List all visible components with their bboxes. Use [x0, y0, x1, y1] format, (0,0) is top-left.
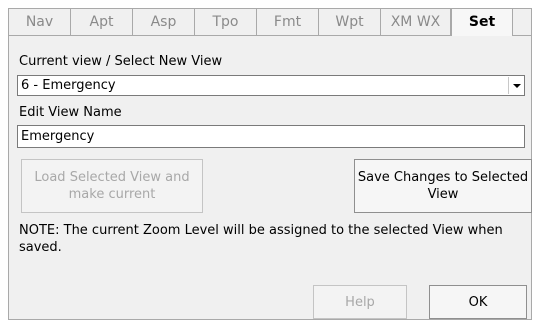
current-view-label: Current view / Select New View [19, 54, 223, 69]
tab-tpo[interactable]: Tpo [195, 9, 257, 35]
settings-dialog: Nav Apt Asp Tpo Fmt Wpt XM WX Set Curren… [8, 8, 532, 320]
view-name-field[interactable] [17, 125, 525, 148]
tab-fmt[interactable]: Fmt [257, 9, 319, 35]
zoom-note: NOTE: The current Zoom Level will be ass… [19, 223, 503, 255]
tab-apt[interactable]: Apt [71, 9, 133, 35]
view-select-value: 6 - Emergency [21, 78, 116, 93]
chevron-down-icon[interactable] [508, 77, 523, 94]
tab-asp[interactable]: Asp [133, 9, 195, 35]
save-changes-button[interactable]: Save Changes to Selected View [354, 159, 532, 213]
ok-button[interactable]: OK [429, 285, 527, 319]
tab-set[interactable]: Set [451, 8, 513, 36]
view-select-dropdown[interactable]: 6 - Emergency [17, 75, 525, 96]
edit-view-name-label: Edit View Name [19, 105, 122, 120]
tab-strip: Nav Apt Asp Tpo Fmt Wpt XM WX Set [9, 8, 531, 36]
tab-wpt[interactable]: Wpt [319, 9, 381, 35]
help-button[interactable]: Help [313, 285, 407, 319]
load-view-button[interactable]: Load Selected View and make current [21, 159, 203, 213]
tab-xm-wx[interactable]: XM WX [381, 9, 451, 35]
tab-nav[interactable]: Nav [9, 9, 71, 35]
